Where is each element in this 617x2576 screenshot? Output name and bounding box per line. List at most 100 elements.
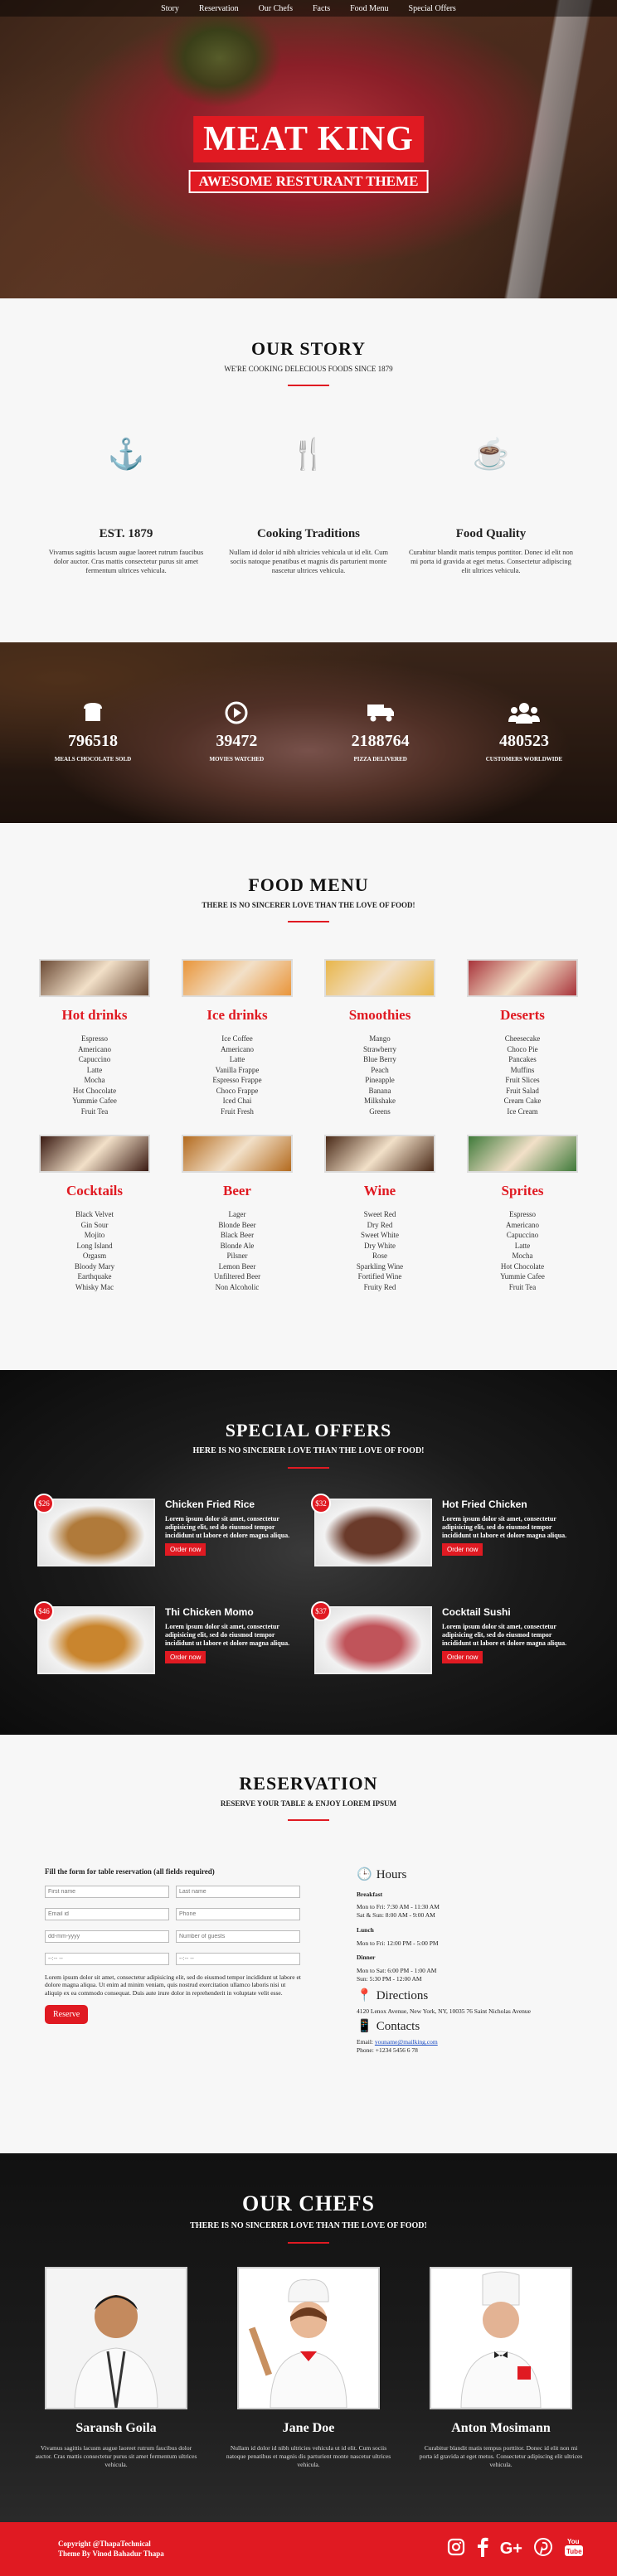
menu-item: Vanilla Frappe bbox=[215, 1065, 260, 1074]
menu-item: Fruit Slices bbox=[505, 1076, 540, 1084]
offers-title: SPECIAL OFFERS bbox=[225, 1420, 392, 1441]
hero-subtitle: AWESOME RESTURANT THEME bbox=[188, 170, 429, 193]
story-item: ⚓ EST. 1879 Vivamus sagittis lacusm augu… bbox=[43, 436, 209, 575]
menu-item-list: Mango Strawberry Blue Berry Peach Pineapple B… bbox=[323, 1034, 437, 1116]
facts-section: 796518 MEALS CHOCOLATE SOLD 39472 MOVIES… bbox=[0, 642, 617, 823]
offer-title: Thi Chicken Momo bbox=[165, 1606, 254, 1618]
menu-item: Black Beer bbox=[220, 1231, 255, 1239]
nav-food-menu[interactable]: Food Menu bbox=[350, 4, 388, 13]
menu-category-title: Beer bbox=[223, 1183, 251, 1198]
price-badge: $26 bbox=[34, 1494, 54, 1513]
last-name-field[interactable] bbox=[176, 1886, 300, 1898]
time-from-field[interactable] bbox=[45, 1953, 169, 1965]
offer-title: Cocktail Sushi bbox=[442, 1606, 511, 1618]
stat-label: MOVIES WATCHED bbox=[209, 756, 265, 763]
users-icon bbox=[466, 700, 582, 729]
coffee-cup-icon: ☕ bbox=[472, 438, 510, 471]
offers-subtitle: HERE IS NO SINCERER LOVE THAN THE LOVE O… bbox=[192, 1446, 425, 1455]
time-to-field[interactable] bbox=[176, 1953, 300, 1965]
menu-item: Black Velvet bbox=[75, 1210, 114, 1218]
credit-text: Theme By Vinod Bahadur Thapa bbox=[58, 2549, 164, 2558]
offer-description: Lorem ipsum dolor sit amet, consectetur … bbox=[165, 1623, 290, 1647]
menu-item: Dry Red bbox=[367, 1220, 393, 1229]
offer-description: Lorem ipsum dolor sit amet, consectetur … bbox=[165, 1515, 290, 1539]
nav-special-offers[interactable]: Special Offers bbox=[409, 4, 456, 13]
menu-item: Peach bbox=[371, 1065, 389, 1074]
menu-category-image bbox=[467, 959, 578, 997]
order-now-button[interactable]: Order now bbox=[442, 1543, 483, 1556]
bread-icon bbox=[35, 700, 151, 729]
order-now-button[interactable]: Order now bbox=[442, 1651, 483, 1663]
date-field[interactable] bbox=[45, 1930, 169, 1943]
story-item-text: Curabitur blandit matis tempus porttitor… bbox=[408, 548, 574, 575]
menu-item-list: Sweet Red Dry Red Sweet White Dry White Rose… bbox=[323, 1209, 437, 1292]
address-text: 4120 Lenox Avenue, New York, NY, 10035 7… bbox=[357, 2007, 531, 2015]
story-item-text: Vivamus sagittis lacusm augue laoreet ru… bbox=[48, 548, 204, 575]
menu-category-card: Beer Lager Blonde Beer Black Beer Blonde Ale… bbox=[180, 1135, 294, 1292]
stat-number: 39472 bbox=[216, 732, 258, 750]
reserve-button[interactable]: Reserve bbox=[45, 2005, 89, 2025]
menu-item: Yummie Cafee bbox=[72, 1097, 117, 1105]
clock-icon: 🕒 bbox=[357, 1868, 372, 1881]
menu-item: Blonde Beer bbox=[218, 1220, 256, 1229]
story-item: ☕ Food Quality Curabitur blandit matis t… bbox=[408, 436, 574, 575]
facebook-icon[interactable] bbox=[477, 2537, 488, 2562]
chef-card: Anton Mosimann Curabitur blandit matis t… bbox=[418, 2267, 584, 2468]
guests-field[interactable] bbox=[176, 1930, 300, 1943]
instagram-icon[interactable] bbox=[447, 2538, 465, 2561]
menu-item: Americano bbox=[221, 1044, 254, 1053]
stat-number: 2188764 bbox=[351, 732, 410, 750]
stat-number: 796518 bbox=[68, 732, 118, 750]
section-divider bbox=[288, 1819, 329, 1821]
story-section: OUR STORY WE'RE COOKING DELECIOUS FOODS … bbox=[0, 298, 617, 642]
menu-item: Mojito bbox=[84, 1231, 105, 1239]
menu-item: Espresso bbox=[509, 1210, 536, 1218]
google-plus-icon[interactable]: G+ bbox=[500, 2540, 522, 2559]
chef-photo bbox=[237, 2267, 380, 2409]
menu-item: Fruit Salad bbox=[506, 1086, 539, 1095]
food-menu-section: FOOD MENU THERE IS NO SINCERER LOVE THAN… bbox=[0, 823, 617, 1370]
menu-item-list: Espresso Americano Capuccino Latte Mocha Hot … bbox=[465, 1209, 580, 1292]
stat-number: 480523 bbox=[498, 732, 549, 750]
cutlery-icon: 🍴 bbox=[289, 438, 328, 471]
menu-item: Earthquake bbox=[77, 1272, 112, 1281]
section-divider bbox=[288, 2242, 329, 2244]
chefs-subtitle: THERE IS NO SINCERER LOVE THAN THE LOVE … bbox=[190, 2221, 427, 2230]
menu-item: Latte bbox=[229, 1055, 245, 1063]
price-badge: $37 bbox=[311, 1601, 331, 1621]
nav-story[interactable]: Story bbox=[161, 4, 179, 13]
menu-item: Blonde Ale bbox=[220, 1241, 255, 1250]
chefs-section: OUR CHEFS THERE IS NO SINCERER LOVE THAN… bbox=[0, 2153, 617, 2522]
chef-bio: Curabitur blandit matis tempus porttitor… bbox=[419, 2444, 583, 2468]
menu-item: Bloody Mary bbox=[74, 1261, 115, 1271]
lunch-label: Lunch bbox=[357, 1925, 374, 1934]
nav-reservation[interactable]: Reservation bbox=[199, 4, 239, 13]
menu-item: Lemon Beer bbox=[218, 1261, 256, 1271]
menu-item: Pilsner bbox=[226, 1252, 248, 1260]
chef-card: Jane Doe Nullam id dolor id nibh ultrici… bbox=[226, 2267, 391, 2468]
menu-category-card: Wine Sweet Red Dry Red Sweet White Dry White… bbox=[323, 1135, 437, 1292]
email-link[interactable]: youname@mailking.com bbox=[375, 2038, 438, 2046]
order-now-button[interactable]: Order now bbox=[165, 1543, 206, 1556]
menu-item: Choco Pie bbox=[507, 1044, 538, 1053]
order-now-button[interactable]: Order now bbox=[165, 1651, 206, 1663]
play-icon bbox=[178, 700, 294, 729]
menu-category-card: Ice drinks Ice Coffee Americano Latte Vanill… bbox=[180, 959, 294, 1116]
stat-label: MEALS CHOCOLATE SOLD bbox=[54, 756, 132, 763]
phone-field[interactable] bbox=[176, 1908, 300, 1920]
email-field[interactable] bbox=[45, 1908, 169, 1920]
menu-item: Capuccino bbox=[506, 1231, 539, 1239]
price-badge: $46 bbox=[34, 1601, 54, 1621]
nav-our-chefs[interactable]: Our Chefs bbox=[259, 4, 293, 13]
youtube-icon[interactable]: You Tube bbox=[564, 2536, 584, 2563]
menu-item: Ice Cream bbox=[507, 1106, 538, 1116]
breakfast-hours: Sat & Sun: 8:00 AM - 9:00 AM bbox=[357, 1911, 435, 1919]
first-name-field[interactable] bbox=[45, 1886, 169, 1898]
chefs-title: OUR CHEFS bbox=[242, 2191, 375, 2215]
offer-image bbox=[37, 1606, 155, 1674]
menu-item: Espresso Frappe bbox=[212, 1076, 262, 1084]
menu-item-list: Cheesecake Choco Pie Pancakes Muffins Fruit … bbox=[465, 1034, 580, 1116]
email-label: Email: bbox=[357, 2038, 373, 2046]
pinterest-icon[interactable] bbox=[534, 2537, 552, 2561]
nav-facts[interactable]: Facts bbox=[313, 4, 330, 13]
